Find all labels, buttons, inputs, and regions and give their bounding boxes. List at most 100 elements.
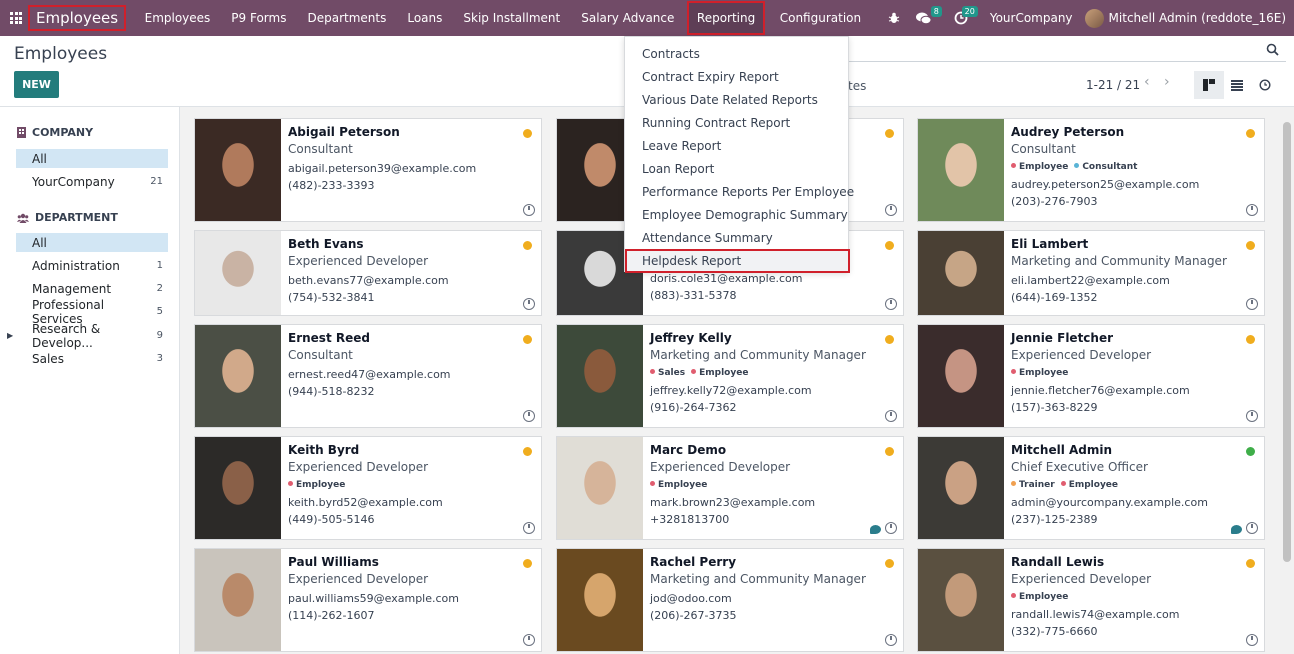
activity-clock-icon[interactable]: 20 [946, 0, 978, 36]
activity-clock-icon[interactable] [885, 634, 897, 646]
department-filter-all[interactable]: All [16, 233, 168, 252]
menu-reporting[interactable]: Reporting [686, 1, 766, 35]
activity-clock-icon[interactable] [885, 522, 897, 534]
activity-clock-icon[interactable] [523, 634, 535, 646]
employee-card[interactable]: Paul Williams Experienced Developer paul.w… [194, 548, 542, 652]
tag-color-dot [1074, 163, 1080, 168]
filter-count: 21 [150, 176, 163, 187]
users-icon [17, 213, 29, 223]
menu-item-helpdesk-report[interactable]: Helpdesk Report [625, 249, 850, 273]
menu-item-leave-report[interactable]: Leave Report [625, 134, 848, 157]
company-switcher[interactable]: YourCompany [976, 11, 1085, 25]
main-menu: Employees P9 Forms Departments Loans Ski… [134, 0, 872, 36]
menu-salary-advance[interactable]: Salary Advance [571, 0, 685, 36]
activity-clock-icon[interactable] [1246, 298, 1258, 310]
employee-card[interactable]: Beth Evans Experienced Developer beth.evan… [194, 230, 542, 316]
menu-p9-forms[interactable]: P9 Forms [221, 0, 297, 36]
activity-view-icon[interactable] [1250, 71, 1280, 99]
activity-clock-icon[interactable] [523, 298, 535, 310]
employee-job-title: Experienced Developer [1011, 348, 1152, 362]
menu-skip-installment[interactable]: Skip Installment [453, 0, 571, 36]
company-filter-yourcompany[interactable]: YourCompany 21 [16, 172, 168, 191]
pager-value[interactable]: 1-21 / 21 [1086, 78, 1140, 92]
employee-card[interactable]: Mitchell Admin Chief Executive Officer Tra… [917, 436, 1265, 540]
pager-next-icon[interactable]: › [1164, 74, 1170, 90]
scroll-thumb[interactable] [1283, 122, 1291, 562]
employee-job-title: Consultant [288, 348, 353, 362]
department-filter-research[interactable]: Research & Develop... 9 [16, 322, 168, 350]
message-icon[interactable] [1231, 525, 1242, 534]
employee-card[interactable]: Eli Lambert Marketing and Community Manag… [917, 230, 1265, 316]
employee-photo [918, 325, 1004, 427]
company-filter-all[interactable]: All [16, 149, 168, 168]
message-icon[interactable] [870, 525, 881, 534]
employee-card[interactable]: Abigail Peterson Consultant abigail.peters… [194, 118, 542, 222]
menu-item-demographic-summary[interactable]: Employee Demographic Summary [625, 203, 848, 226]
activity-clock-icon[interactable] [1246, 522, 1258, 534]
menu-departments[interactable]: Departments [297, 0, 397, 36]
employee-photo [195, 325, 281, 427]
expand-caret-icon[interactable]: ▶ [7, 331, 13, 340]
employee-email: keith.byrd52@example.com [288, 496, 443, 509]
tag-label: Employee [1068, 480, 1119, 490]
menu-employees[interactable]: Employees [134, 0, 221, 36]
employee-card[interactable]: Audrey Peterson Consultant Employee Consult… [917, 118, 1265, 222]
department-filter-sales[interactable]: Sales 3 [16, 349, 168, 368]
menu-item-contract-expiry-report[interactable]: Contract Expiry Report [625, 65, 848, 88]
employee-card[interactable]: Jennie Fletcher Experienced Developer Empl… [917, 324, 1265, 428]
filter-label-partial[interactable]: tes [848, 79, 866, 93]
menu-loans[interactable]: Loans [397, 0, 453, 36]
employee-card[interactable]: Keith Byrd Experienced Developer Employee k… [194, 436, 542, 540]
employee-photo [918, 437, 1004, 539]
search-icon[interactable] [1266, 43, 1279, 56]
activity-clock-icon[interactable] [885, 204, 897, 216]
activity-clock-icon[interactable] [885, 410, 897, 422]
employee-photo [557, 325, 643, 427]
activity-clock-icon[interactable] [523, 410, 535, 422]
presence-status-icon [1246, 129, 1255, 138]
employee-job-title: Experienced Developer [288, 572, 429, 586]
filter-label: YourCompany [32, 174, 115, 189]
filter-label: Research & Develop... [32, 321, 101, 350]
pager-previous-icon[interactable]: ‹ [1144, 74, 1150, 90]
employee-card[interactable]: Rachel Perry Marketing and Community Mana… [556, 548, 904, 652]
department-filter-professional-services[interactable]: Professional Services 5 [16, 298, 168, 326]
tag-label: Employee [699, 368, 749, 378]
list-view-icon[interactable] [1222, 71, 1252, 99]
department-filter-administration[interactable]: Administration 1 [16, 256, 168, 275]
activity-clock-icon[interactable] [1246, 634, 1258, 646]
employee-card-body: Mitchell Admin Chief Executive Officer Tra… [1011, 443, 1240, 528]
app-name[interactable]: Employees [28, 5, 127, 31]
filter-count: 5 [156, 306, 163, 317]
menu-item-contracts[interactable]: Contracts [625, 42, 848, 65]
activity-clock-icon[interactable] [523, 204, 535, 216]
employee-phone: (644)-169-1352 [1011, 291, 1098, 304]
menu-item-attendance-summary[interactable]: Attendance Summary [625, 226, 848, 249]
menu-item-running-contract-report[interactable]: Running Contract Report [625, 111, 848, 134]
activity-clock-icon[interactable] [523, 522, 535, 534]
menu-item-performance-reports[interactable]: Performance Reports Per Employee [625, 180, 854, 203]
kanban-view-icon[interactable] [1194, 71, 1224, 99]
employee-card[interactable]: Jeffrey Kelly Marketing and Community Man… [556, 324, 904, 428]
tag-label: Employee [658, 480, 708, 490]
activity-clock-icon[interactable] [1246, 410, 1258, 422]
scrollbar[interactable] [1280, 107, 1294, 654]
bug-icon[interactable] [880, 0, 908, 36]
department-filter-management[interactable]: Management 2 [16, 279, 168, 298]
filter-label: All [32, 151, 47, 166]
activity-clock-icon[interactable] [885, 298, 897, 310]
chat-icon[interactable]: 8 [908, 0, 942, 36]
presence-status-icon [885, 447, 894, 456]
search-input[interactable] [849, 61, 1286, 62]
employee-card[interactable]: Ernest Reed Consultant ernest.reed47@examp… [194, 324, 542, 428]
menu-item-date-related-reports[interactable]: Various Date Related Reports [625, 88, 848, 111]
user-menu[interactable]: Mitchell Admin (reddote_16E) [1084, 8, 1286, 28]
menu-item-loan-report[interactable]: Loan Report [625, 157, 848, 180]
activity-clock-icon[interactable] [1246, 204, 1258, 216]
employee-card[interactable]: Marc Demo Experienced Developer Employee ma… [556, 436, 904, 540]
employee-card[interactable]: Randall Lewis Experienced Developer Employ… [917, 548, 1265, 652]
menu-configuration[interactable]: Configuration [769, 0, 871, 36]
new-button[interactable]: NEW [14, 71, 59, 98]
employee-tag: Employee [691, 367, 748, 380]
employee-email: admin@yourcompany.example.com [1011, 496, 1208, 509]
